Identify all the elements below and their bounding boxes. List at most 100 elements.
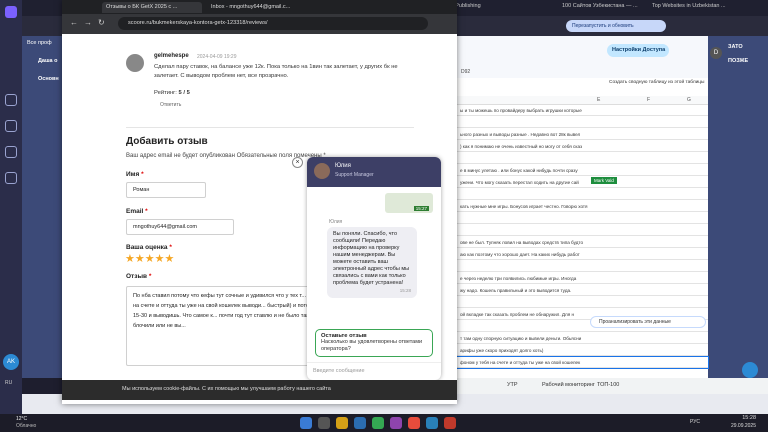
review-text: Сделал пару ставок, на балансе уже 12к. … [154, 64, 398, 79]
app-icon[interactable] [444, 417, 456, 429]
email-field[interactable]: mngothuy644@gmail.com [126, 219, 234, 235]
rating-label: Рейтинг: [154, 90, 177, 96]
reload-icon[interactable]: ↻ [98, 18, 105, 27]
search-icon[interactable] [318, 417, 330, 429]
cookie-banner: Мы используем cookie-файлы. С их помощью… [62, 380, 457, 400]
sheet-left-panel: Все проф Даша о Основн [22, 36, 62, 378]
grid-row[interactable]: ) как я понимаю не очень известный но мо… [457, 141, 708, 152]
tab[interactable]: Inbox - mngothuy644@gmail.c... [207, 2, 307, 13]
share-button[interactable]: Настройки Доступа [607, 44, 669, 57]
panel-label[interactable]: Даша о [38, 58, 58, 64]
tabstrip: Отзывы о БК GetX 2025 с ... Inbox - mngo… [62, 0, 457, 14]
profile-icon[interactable]: D [710, 47, 722, 59]
grid-row[interactable] [457, 213, 708, 224]
grid-row[interactable] [457, 153, 708, 164]
message-sender: Юлия [329, 219, 343, 225]
app-icon[interactable] [408, 417, 420, 429]
rail-chat-icon[interactable] [5, 94, 17, 106]
agent-message: Вы поняли. Спасибо, что сообщили! Переда… [327, 227, 417, 298]
sheet-tabs: УТР Рабочий мониторинг ТОП-100 [457, 378, 768, 394]
grid-row[interactable]: е в минус улетаю . или бонус какой нибуд… [457, 165, 708, 176]
star-icon[interactable]: ★ [165, 253, 175, 265]
rail-lang: RU [5, 380, 13, 386]
grid-row[interactable]: е через неделю три появились любимые игр… [457, 273, 708, 284]
grid-row[interactable] [457, 189, 708, 200]
grid-row[interactable] [457, 225, 708, 236]
clock-date: 29.09.2025 [730, 423, 756, 429]
chrome-icon[interactable] [372, 417, 384, 429]
right-panel: ЗАТО ПОЗЖЕ D [708, 36, 768, 378]
column-headers: E F G [457, 96, 708, 105]
rating-card[interactable]: Оставьте отзыв Насколько вы удовлетворен… [315, 329, 433, 357]
grid-row[interactable]: кать нужные мне игры. Бонусов играет чес… [457, 201, 708, 212]
chat-launcher-icon[interactable] [742, 362, 758, 378]
grid-row[interactable]: фоном у тебя на счете и оттуда ты уже на… [456, 356, 709, 369]
grid-row[interactable]: т там одну спорную ситуацию и вывели ден… [457, 333, 708, 344]
sheet-tab[interactable]: Рабочий мониторинг [542, 382, 595, 388]
tab-active[interactable]: Отзывы о БК GetX 2025 с ... [102, 2, 202, 13]
sheet-tab[interactable]: УТР [507, 382, 518, 388]
start-icon[interactable] [300, 417, 312, 429]
divider [126, 127, 414, 128]
star-icon[interactable]: ★ [145, 253, 155, 265]
attached-image[interactable]: 15:27 [385, 193, 433, 213]
create-pivot-hint[interactable]: Создать сводную таблицу из этой таблицы [609, 80, 705, 85]
explorer-icon[interactable] [336, 417, 348, 429]
grid-row[interactable]: арифы уже скоро приходят долго хоть) [457, 345, 708, 356]
app-icon[interactable] [390, 417, 402, 429]
panel-label: Все проф [27, 40, 52, 46]
grid-row[interactable]: ове не был. Тупняк ловил на выводах сред… [457, 237, 708, 248]
col-header[interactable]: F [647, 97, 650, 103]
review-date: 2024-04-09 19:29 [197, 54, 237, 60]
review-field-label: Отзыв * [126, 273, 152, 280]
user-avatar[interactable]: AK [3, 354, 19, 370]
col-header[interactable]: E [597, 97, 600, 103]
lang-indicator[interactable]: РУС [690, 419, 700, 425]
app-icon[interactable] [354, 417, 366, 429]
col-header[interactable]: G [687, 97, 691, 103]
rating-card-question: Насколько вы удовлетворены ответами опер… [321, 339, 423, 352]
forward-icon[interactable]: → [84, 18, 92, 27]
close-chat-icon[interactable]: × [292, 157, 303, 168]
cell-ref[interactable]: D92 [461, 69, 470, 75]
app-icon[interactable] [426, 417, 438, 429]
grid-row[interactable] [457, 261, 708, 272]
rail-settings-icon[interactable] [5, 146, 17, 158]
grid-row[interactable] [457, 117, 708, 128]
name-field[interactable]: Роман [126, 182, 206, 198]
bg-tab[interactable]: Tilda Publishing [442, 3, 552, 9]
form-title: Добавить отзыв [126, 136, 208, 147]
grid-row[interactable]: аю как поэтому что хорошо дает. На каких… [457, 249, 708, 260]
panel-label[interactable]: Основн [38, 76, 59, 82]
review-author: gelmehespe [154, 53, 189, 59]
weather-temp[interactable]: 12°C [16, 416, 27, 422]
star-rating[interactable]: ★★★★★ [125, 252, 174, 265]
rail-grid-icon[interactable] [5, 172, 17, 184]
star-icon[interactable]: ★ [155, 253, 165, 265]
back-icon[interactable]: ← [70, 18, 78, 27]
star-icon[interactable]: ★ [135, 253, 145, 265]
bg-tab[interactable]: Top Websites in Uzbekistan ... [652, 3, 752, 9]
rail-search-icon[interactable] [5, 120, 17, 132]
clock-time[interactable]: 15:28 [722, 415, 756, 421]
sheet-tab[interactable]: ТОП-100 [597, 382, 619, 388]
grid-row[interactable]: жу надо. Кошель правильный и это выводит… [457, 285, 708, 296]
rating-value: 5 / 5 [178, 90, 190, 96]
grid-row[interactable]: ужени. Что могу сказать перестал ходить … [457, 177, 708, 188]
grid-row[interactable]: ьного разных и выводы разные . Недавно в… [457, 129, 708, 140]
grid-row[interactable]: ы и ты можешь по провайдеру выбрать игру… [457, 105, 708, 116]
analyze-data-button[interactable]: Проанализировать эти данные [590, 316, 706, 328]
agent-avatar [314, 163, 330, 179]
message-time: 15:27 [413, 206, 429, 211]
app-logo-icon[interactable] [5, 6, 17, 18]
chat-input[interactable]: Введите сообщение [307, 362, 441, 380]
grid-row[interactable] [457, 297, 708, 308]
sheet-grid[interactable]: ы и ты можешь по провайдеру выбрать игру… [456, 105, 709, 375]
relaunch-button[interactable]: Перезапустить и обновить [566, 20, 666, 32]
review-avatar [126, 54, 144, 72]
agent-name: Юлия [335, 163, 351, 169]
star-icon[interactable]: ★ [125, 253, 135, 265]
reply-link[interactable]: Ответить [160, 102, 181, 108]
url-field[interactable]: scoore.ru/bukmekerskaya-kontora-getx-123… [118, 17, 428, 30]
rating-field-label: Ваша оценка * [126, 244, 172, 251]
